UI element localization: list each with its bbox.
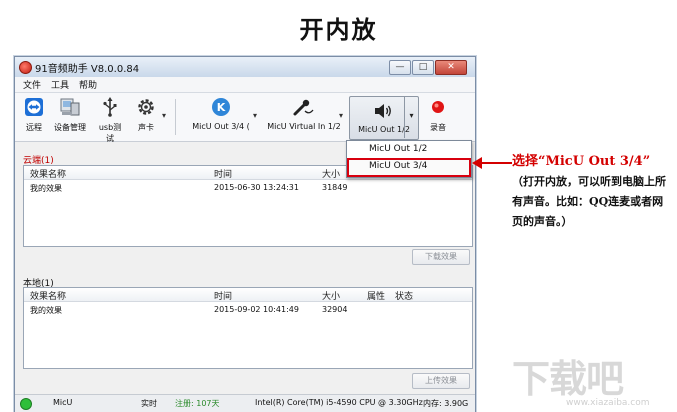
- soundcard-label: 声卡: [138, 123, 154, 132]
- record-dot-icon: [432, 101, 444, 113]
- micu-out34-label: MicU Out 3/4 (: [192, 122, 250, 131]
- maximize-button[interactable]: □: [412, 60, 434, 75]
- usb-test-button[interactable]: usb测试: [95, 97, 125, 144]
- micu-virtual-dropdown-arrow[interactable]: ▾: [339, 111, 343, 120]
- status-mode: 实时: [141, 399, 157, 408]
- watermark-logo: 下载吧: [512, 357, 624, 401]
- app-logo-icon: [19, 61, 32, 74]
- local-row-name: 我的效果: [30, 306, 62, 315]
- local-col-name[interactable]: 效果名称: [30, 289, 66, 302]
- micu-out34-button[interactable]: K MicU Out 3/4 (: [189, 97, 253, 131]
- app-window: 91音频助手 V8.0.0.84 — □ ✕ 文件 工具 帮助 远程 设备管理 …: [14, 56, 476, 412]
- page-heading: 开内放: [299, 15, 378, 44]
- local-col-time[interactable]: 时间: [214, 289, 232, 302]
- close-button[interactable]: ✕: [435, 60, 467, 75]
- menu-help[interactable]: 帮助: [79, 78, 97, 91]
- local-col-status[interactable]: 状态: [395, 289, 413, 302]
- annotation-title: 选择“MicU Out 3/4”: [512, 154, 651, 169]
- micu-virtual-button[interactable]: MicU Virtual In 1/2: [263, 97, 345, 131]
- record-label: 录音: [430, 123, 446, 132]
- svg-text:K: K: [217, 101, 226, 114]
- cloud-col-size[interactable]: 大小: [322, 167, 340, 180]
- cloud-row-size: 31849: [322, 183, 348, 192]
- remote-label: 远程: [26, 123, 42, 132]
- k-logo-icon: K: [212, 98, 230, 116]
- record-button[interactable]: 录音: [425, 97, 451, 133]
- menu-bar: 文件 工具 帮助: [15, 77, 475, 93]
- gear-icon: [138, 99, 154, 115]
- menu-tools[interactable]: 工具: [51, 78, 69, 91]
- menu-file[interactable]: 文件: [23, 78, 41, 91]
- cloud-row-name: 我的效果: [30, 184, 62, 193]
- teamviewer-icon: [25, 98, 43, 116]
- local-col-size[interactable]: 大小: [322, 289, 340, 302]
- dropdown-option-out34-label: MicU Out 3/4: [369, 161, 428, 171]
- local-col-property[interactable]: 属性: [367, 289, 385, 302]
- title-bar: 91音频助手 V8.0.0.84 — □ ✕: [15, 57, 475, 77]
- cloud-col-name[interactable]: 效果名称: [30, 167, 66, 180]
- local-table-header: 效果名称 时间 大小 属性 状态: [24, 288, 472, 302]
- soundcard-button[interactable]: 声卡: [133, 97, 159, 133]
- status-cpu: Intel(R) Core(TM) i5-4590 CPU @ 3.30GHz: [255, 398, 423, 407]
- micu-out34-dropdown-arrow[interactable]: ▾: [253, 111, 257, 120]
- toolbar: 远程 设备管理 usb测试 声卡 ▾ K MicU Out 3/4 (▾ Mi…: [15, 93, 475, 144]
- annotation-body: （打开内放，可以听到电脑上所有声音。比如：QQ连麦或者网页的声音。）: [512, 175, 666, 228]
- download-effect-button[interactable]: 下载效果: [412, 249, 470, 265]
- device-manager-label: 设备管理: [54, 123, 86, 132]
- minimize-button[interactable]: —: [389, 60, 411, 75]
- cloud-col-time[interactable]: 时间: [214, 167, 232, 180]
- window-title: 91音频助手 V8.0.0.84: [35, 64, 140, 75]
- watermark-url: www.xiazaiba.com: [566, 398, 650, 408]
- usb-test-label: usb测试: [98, 123, 122, 143]
- status-memory: 内存: 3.90G: [423, 399, 469, 408]
- cloud-row-time: 2015-06-30 13:24:31: [214, 183, 299, 192]
- toolbar-separator: [175, 99, 176, 135]
- dropdown-option-out12[interactable]: MicU Out 1/2: [369, 144, 427, 154]
- upload-effect-button[interactable]: 上传效果: [412, 373, 470, 389]
- computer-icon: [60, 98, 80, 116]
- micu-virtual-label: MicU Virtual In 1/2: [267, 122, 341, 131]
- device-manager-button[interactable]: 设备管理: [51, 97, 89, 133]
- table-row[interactable]: 我的效果 2015-09-02 10:41:49 32904: [24, 303, 472, 317]
- status-bar: MicU 实时 注册: 107天 Intel(R) Core(TM) i5-45…: [15, 394, 475, 412]
- speaker-icon: [375, 104, 391, 118]
- table-row[interactable]: 我的效果 2015-06-30 13:24:31 31849: [24, 181, 472, 195]
- status-dot-icon: [20, 398, 32, 410]
- local-row-size: 32904: [322, 305, 348, 314]
- local-table: 效果名称 时间 大小 属性 状态 我的效果 2015-09-02 10:41:4…: [23, 287, 473, 369]
- dropdown-option-out34[interactable]: MicU Out 3/4: [347, 158, 471, 177]
- usb-icon: [103, 97, 117, 117]
- annotation-arrow-icon: [472, 157, 512, 169]
- output-dropdown-menu: MicU Out 1/2 MicU Out 3/4: [346, 140, 472, 178]
- local-row-time: 2015-09-02 10:41:49: [214, 305, 299, 314]
- status-device: MicU: [53, 398, 73, 407]
- microphone-icon: [293, 99, 314, 116]
- soundcard-dropdown-arrow[interactable]: ▾: [162, 111, 166, 120]
- status-registration: 注册: 107天: [175, 399, 220, 408]
- remote-button[interactable]: 远程: [21, 97, 47, 133]
- micu-out12-dropdown-arrow[interactable]: ▾: [404, 96, 418, 138]
